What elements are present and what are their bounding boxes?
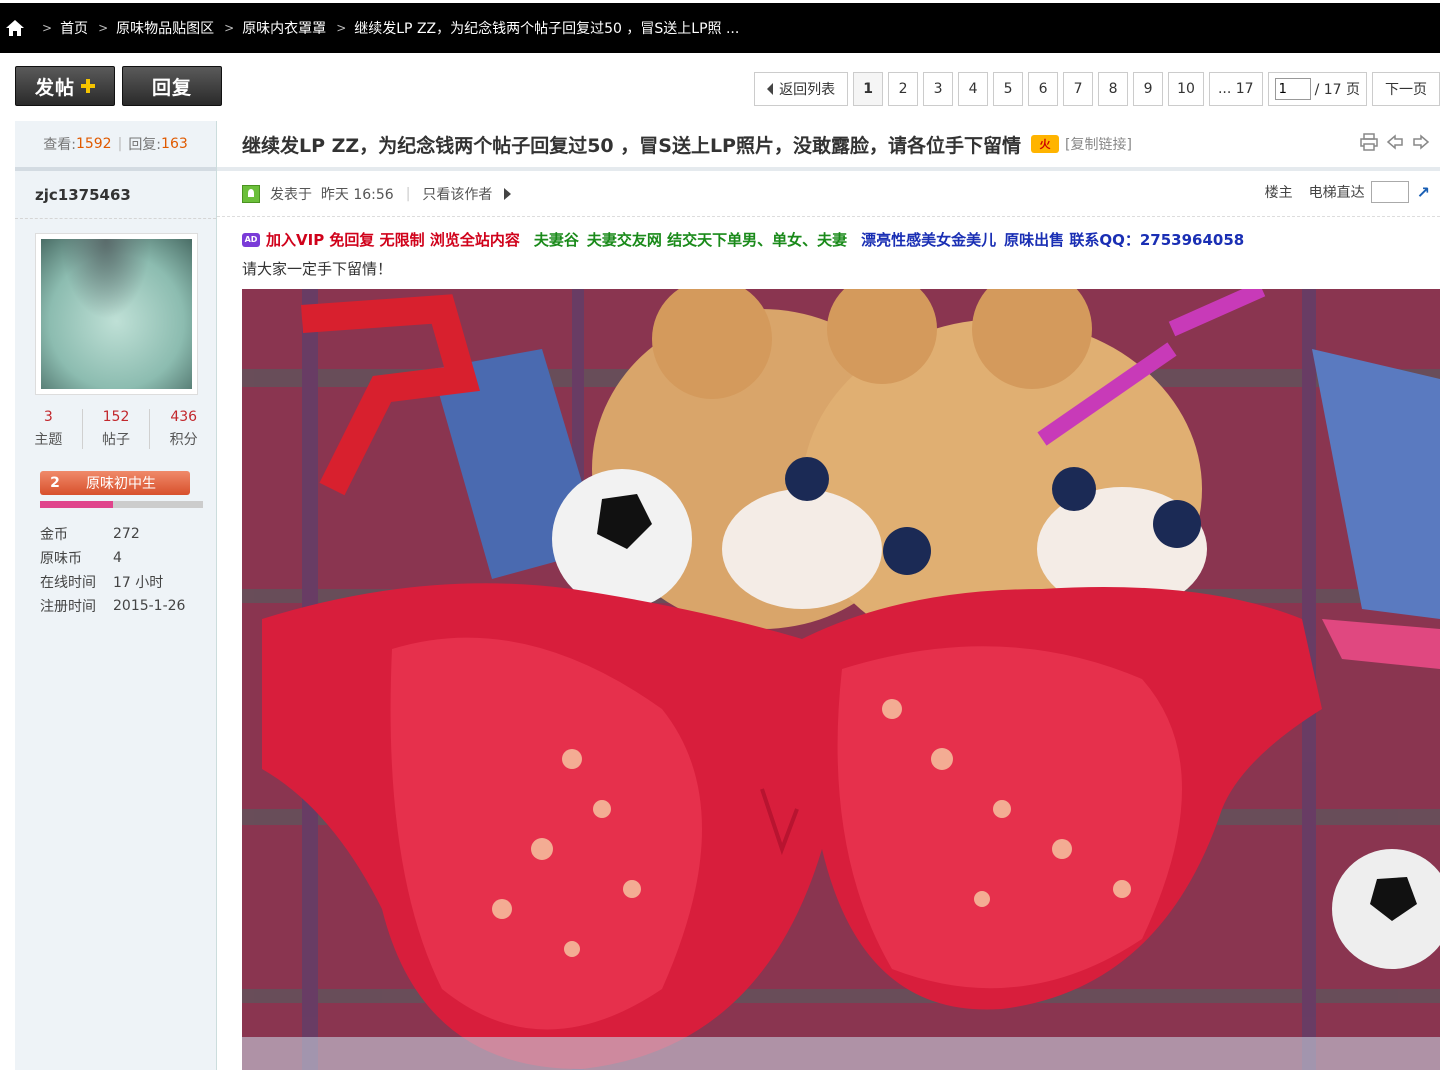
topic-count[interactable]: 3 主题 bbox=[15, 409, 82, 449]
plus-icon bbox=[81, 79, 95, 93]
page-5[interactable]: 5 bbox=[993, 72, 1024, 106]
pagination: 返回列表 1 2 3 4 5 6 7 8 9 10 ... 17 / 17 页 … bbox=[749, 72, 1440, 106]
page-2[interactable]: 2 bbox=[888, 72, 919, 106]
author-sidebar: 查看: 1592 | 回复: 163 zjc1375463 3 主题 152 帖子 … bbox=[15, 121, 217, 1070]
next-thread-icon[interactable] bbox=[1412, 133, 1430, 151]
author-info: 金币 272 原味币 4 在线时间 17 小时 注册时间 2015-1-26 bbox=[40, 522, 216, 618]
ad-icon: AD bbox=[242, 232, 260, 247]
view-count: 1592 bbox=[75, 136, 112, 152]
page-jump-input[interactable] bbox=[1274, 78, 1311, 100]
info-gold: 金币 272 bbox=[40, 526, 140, 543]
rank-badge: 2 原味初中生 bbox=[40, 471, 190, 495]
page-9[interactable]: 9 bbox=[1133, 72, 1164, 106]
breadcrumb-item-3[interactable]: > 原味内衣罩罩 bbox=[214, 18, 326, 38]
new-post-button[interactable]: 发帖 bbox=[15, 66, 115, 106]
ad-vip-link[interactable]: 加入VIP 免回复 无限制 浏览全站内容 bbox=[266, 229, 520, 250]
ad-link-3[interactable]: 漂亮性感美女金美儿 bbox=[861, 229, 996, 250]
ad-link-2[interactable]: 夫妻交友网 结交天下单男、单女、夫妻 bbox=[587, 229, 847, 250]
page-4[interactable]: 4 bbox=[958, 72, 989, 106]
author-counts: 3 主题 152 帖子 436 积分 bbox=[15, 409, 217, 449]
chevron-right-icon: > bbox=[42, 21, 53, 35]
info-coin: 原味币 4 bbox=[40, 550, 122, 567]
hot-badge-icon: 火 bbox=[1030, 135, 1059, 153]
page-1[interactable]: 1 bbox=[853, 72, 884, 106]
ad-link-4[interactable]: 原味出售 联系QQ：2753964058 bbox=[1004, 229, 1244, 250]
breadcrumb: > 首页 > 原味物品贴图区 > 原味内衣罩罩 > 继续发LP ZZ，为纪念钱两个帖子回… bbox=[0, 0, 1440, 53]
info-online-time: 在线时间 17 小时 bbox=[40, 575, 164, 591]
post-main: 继续发LP ZZ，为纪念钱两个帖子回复过50 ，冒S送上LP照片，没敢露脸，请各… bbox=[217, 121, 1440, 1070]
page-10[interactable]: 10 bbox=[1168, 72, 1204, 106]
reply-count: 163 bbox=[161, 136, 188, 152]
breadcrumb-item-1[interactable]: > 首页 bbox=[32, 18, 88, 38]
home-icon[interactable] bbox=[4, 17, 26, 39]
elevator-input[interactable] bbox=[1370, 181, 1409, 203]
photo-illustration bbox=[242, 289, 1440, 1070]
rank-progress-bar bbox=[40, 501, 203, 508]
chevron-right-icon: > bbox=[224, 21, 235, 35]
print-icon[interactable] bbox=[1360, 133, 1378, 151]
post-photo[interactable] bbox=[242, 289, 1440, 1070]
reply-button[interactable]: 回复 bbox=[122, 66, 222, 106]
back-to-list-button[interactable]: 返回列表 bbox=[754, 72, 849, 106]
page-title: 继续发LP ZZ，为纪念钱两个帖子回复过50 ，冒S送上LP照片，没敢露脸，请各… bbox=[242, 134, 1021, 157]
page-last[interactable]: ... 17 bbox=[1208, 72, 1263, 106]
author-name[interactable]: zjc1375463 bbox=[15, 171, 216, 219]
online-status-icon bbox=[242, 184, 260, 203]
breadcrumb-item-2[interactable]: > 原味物品贴图区 bbox=[88, 18, 214, 38]
points-count[interactable]: 436 积分 bbox=[149, 409, 217, 449]
post-meta: 发表于 昨天 16:56 | 只看该作者 楼主 电梯直达 ↗ bbox=[217, 171, 1440, 217]
thread-stats: 查看: 1592 | 回复: 163 bbox=[15, 121, 216, 171]
floor-label: 楼主 bbox=[1264, 185, 1293, 201]
breadcrumb-item-4[interactable]: > 继续发LP ZZ，为纪念钱两个帖子回复过50 ，冒S送上LP照 ... bbox=[326, 18, 739, 38]
post-title-row: 继续发LP ZZ，为纪念钱两个帖子回复过50 ，冒S送上LP照片，没敢露脸，请各… bbox=[217, 121, 1440, 171]
arrow-left-icon bbox=[767, 83, 774, 95]
post-body: 请大家一定手下留情！ bbox=[242, 260, 393, 278]
avatar[interactable] bbox=[35, 233, 198, 395]
page-jump: / 17 页 bbox=[1267, 72, 1367, 106]
ad-link-1[interactable]: 夫妻谷 bbox=[534, 229, 579, 250]
page-3[interactable]: 3 bbox=[923, 72, 954, 106]
next-page-button[interactable]: 下一页 bbox=[1372, 72, 1440, 106]
copy-link[interactable]: [复制链接] bbox=[1065, 134, 1132, 154]
only-author-link[interactable]: 只看该作者 bbox=[422, 184, 492, 204]
floor-controls: 楼主 电梯直达 ↗ bbox=[1264, 181, 1430, 203]
info-register-date: 注册时间 2015-1-26 bbox=[40, 598, 186, 615]
go-icon[interactable]: ↗ bbox=[1417, 183, 1430, 202]
post-time: 昨天 16:56 bbox=[320, 186, 394, 203]
prev-thread-icon[interactable] bbox=[1386, 133, 1404, 151]
arrow-right-icon[interactable] bbox=[504, 187, 512, 200]
chevron-right-icon: > bbox=[98, 21, 109, 35]
chevron-right-icon: > bbox=[336, 21, 347, 35]
ad-banner[interactable]: AD 加入VIP 免回复 无限制 浏览全站内容 夫妻谷 夫妻交友网 结交天下单男… bbox=[242, 229, 1440, 250]
page-8[interactable]: 8 bbox=[1098, 72, 1129, 106]
title-tools bbox=[1360, 133, 1430, 151]
page-6[interactable]: 6 bbox=[1028, 72, 1059, 106]
rank-level-icon: 2 bbox=[50, 475, 60, 491]
post-count[interactable]: 152 帖子 bbox=[81, 409, 150, 449]
page-7[interactable]: 7 bbox=[1063, 72, 1094, 106]
